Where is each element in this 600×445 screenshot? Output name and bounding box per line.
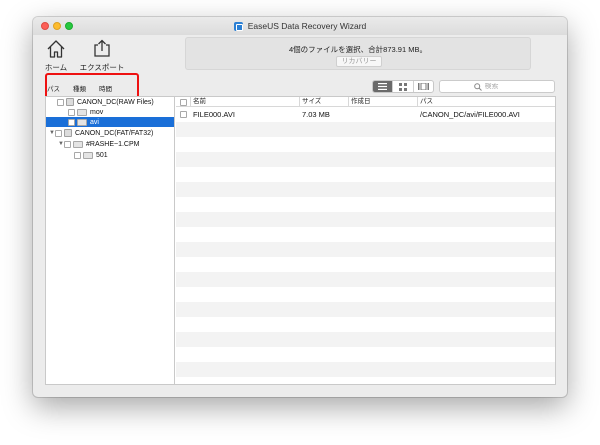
app-icon [233,21,243,31]
drive-icon [66,98,74,106]
search-input[interactable] [484,83,521,90]
list-view-icon [378,83,388,90]
recover-button[interactable]: リカバリー [336,56,382,67]
empty-row [176,317,555,332]
column-header-name[interactable]: 名前 [190,97,299,107]
preview-view-icon [417,83,429,90]
tree-label: mov [90,108,104,116]
tree-label: #RASHE~1.CPM [86,140,140,148]
tree-item-avi[interactable]: avi [46,117,174,127]
folder-tree: CANON_DC(RAW Files) mov avi ▼ CANON_DC(F… [46,97,175,384]
table-row[interactable]: FILE000.AVI 7.03 MB /CANON_DC/avi/FILE00… [176,107,555,122]
empty-row [176,302,555,317]
search-box [439,80,555,93]
table-body: FILE000.AVI 7.03 MB /CANON_DC/avi/FILE00… [176,107,555,384]
export-icon [94,39,110,57]
grid-view-button[interactable] [393,81,414,92]
empty-row [176,287,555,302]
empty-row [176,182,555,197]
tree-item-raw-files[interactable]: CANON_DC(RAW Files) [46,97,174,107]
tree-checkbox[interactable] [55,129,62,137]
column-header-size[interactable]: サイズ [299,97,348,107]
column-header-created[interactable]: 作成日 [348,97,417,107]
folder-icon [77,108,87,116]
export-label: エクスポート [79,63,125,72]
empty-row [176,227,555,242]
empty-row [176,362,555,377]
content-area: CANON_DC(RAW Files) mov avi ▼ CANON_DC(F… [45,96,556,385]
export-button[interactable]: エクスポート [73,39,131,73]
empty-row [176,377,555,384]
window-title-text: EaseUS Data Recovery Wizard [247,21,367,31]
app-window: EaseUS Data Recovery Wizard ホーム エクスポート 4… [33,17,567,397]
tree-item-rashe[interactable]: ▼ #RASHE~1.CPM [46,139,174,149]
tree-checkbox[interactable] [64,140,71,148]
tree-label: avi [90,118,99,126]
tree-label: 501 [96,151,108,159]
title-bar: EaseUS Data Recovery Wizard [33,17,567,35]
home-icon [47,40,65,58]
status-panel: 4個のファイルを選択、合計873.91 MB。 リカバリー [185,37,531,70]
empty-row [176,272,555,287]
tree-checkbox[interactable] [57,98,64,106]
table-header: 名前 サイズ 作成日 パス [176,97,555,107]
selection-summary: 4個のファイルを選択、合計873.91 MB。 [289,45,427,54]
tree-item-fat32[interactable]: ▼ CANON_DC(FAT/FAT32) [46,128,174,138]
select-all-checkbox[interactable] [180,98,187,106]
empty-row [176,167,555,182]
tree-label: CANON_DC(RAW Files) [77,98,154,106]
tree-checkbox[interactable] [68,108,75,116]
drive-icon [64,129,72,137]
empty-row [176,332,555,347]
tree-item-501[interactable]: 501 [46,150,174,160]
folder-icon [83,151,93,159]
row-checkbox[interactable] [180,111,187,118]
tree-label: CANON_DC(FAT/FAT32) [75,129,154,137]
tree-checkbox[interactable] [74,151,81,159]
empty-row [176,347,555,362]
column-header-path[interactable]: パス [417,97,557,107]
empty-row [176,212,555,227]
empty-row [176,257,555,272]
window-title: EaseUS Data Recovery Wizard [33,17,567,35]
cell-name: FILE000.AVI [193,110,235,119]
view-mode-switcher [372,80,434,93]
empty-row [176,197,555,212]
folder-icon [73,140,83,148]
search-icon [473,82,482,91]
file-list: 名前 サイズ 作成日 パス FILE000.AVI 7.03 MB /CANON… [176,97,555,384]
folder-icon [77,118,87,126]
cell-size: 7.03 MB [302,110,330,119]
grid-view-icon [398,82,407,91]
tree-checkbox[interactable] [68,118,75,126]
preview-view-button[interactable] [414,81,433,92]
empty-row [176,242,555,257]
list-view-button[interactable] [373,81,394,92]
empty-row [176,122,555,137]
cell-path: /CANON_DC/avi/FILE000.AVI [420,110,520,119]
empty-row [176,137,555,152]
tree-item-mov[interactable]: mov [46,107,174,117]
empty-row [176,152,555,167]
